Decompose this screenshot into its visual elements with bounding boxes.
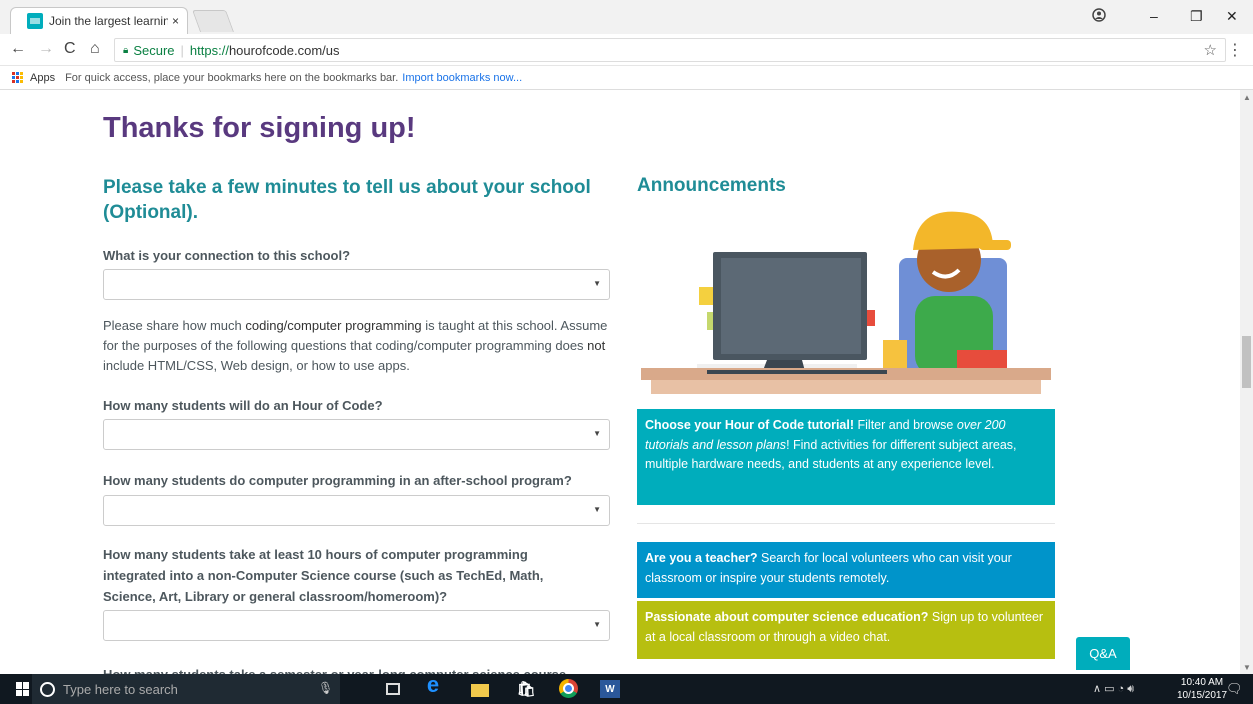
address-bar[interactable]: 🔒︎ Secure | https:// hourofcode.com/us ☆ (114, 38, 1226, 62)
chevron-down-icon: ▼ (593, 505, 601, 514)
apps-link[interactable]: Apps (30, 72, 55, 84)
after-school-select[interactable]: ▼ (103, 495, 610, 526)
question-connection-label: What is your connection to this school? (103, 248, 351, 263)
apps-grid-icon[interactable] (12, 71, 24, 84)
secure-label: Secure (133, 42, 175, 58)
back-button[interactable]: ← (10, 40, 26, 58)
teacher-card-title: Are you a teacher? (645, 551, 758, 565)
survey-heading: Please take a few minutes to tell us abo… (103, 177, 591, 223)
scroll-down-icon[interactable]: ▼ (1243, 663, 1251, 672)
teacher-announcement-card[interactable]: Are you a teacher? Search for local volu… (637, 542, 1055, 598)
question-semester-label: How many students take a semester or yea… (103, 664, 603, 674)
page-content: Thanks for signing up! Please take a few… (0, 90, 1240, 674)
profile-icon[interactable] (1092, 8, 1106, 25)
restore-button[interactable]: ❐ (1190, 8, 1203, 25)
integrated-select[interactable]: ▼ (103, 610, 610, 641)
tab-close-icon[interactable]: × (172, 14, 179, 28)
tutorial-card-text-1: Filter and browse (854, 418, 957, 432)
word-icon[interactable]: W (600, 680, 620, 698)
question-integrated-label: How many students take at least 10 hours… (103, 547, 544, 604)
vertical-scrollbar[interactable]: ▲ ▼ (1240, 90, 1253, 674)
system-tray-icons[interactable]: ∧ ▭ ◔ 🔊︎ (1093, 682, 1134, 696)
windows-start-icon[interactable] (16, 682, 30, 696)
page-title: Thanks for signing up! (103, 112, 416, 144)
close-window-button[interactable]: ✕ (1226, 8, 1238, 25)
hourofcode-favicon-icon (27, 13, 43, 29)
clock-time: 10:40 AM (1180, 677, 1224, 688)
reload-button[interactable]: C (64, 40, 76, 58)
connection-select[interactable]: ▼ (103, 269, 610, 300)
taskbar-search-placeholder: Type here to search (63, 681, 178, 697)
scroll-up-icon[interactable]: ▲ (1243, 93, 1251, 102)
bookmark-star-icon[interactable]: ☆ (1204, 41, 1217, 59)
forward-button[interactable]: → (38, 40, 54, 58)
tutorial-card-title: Choose your Hour of Code tutorial! (645, 418, 855, 432)
bookmarks-bar: Apps For quick access, place your bookma… (0, 66, 1253, 90)
qa-button[interactable]: Q&A (1076, 637, 1130, 670)
windows-taskbar: Type here to search 🎙︎ e 🛍︎ W ∧ ▭ ◔ 🔊︎ 1… (0, 672, 1253, 704)
para-text-2: coding/computer programming (245, 318, 422, 333)
bookmarks-hint: For quick access, place your bookmarks h… (65, 71, 399, 84)
question-after-school-label: How many students do computer programmin… (103, 473, 572, 488)
chrome-icon[interactable] (559, 679, 578, 698)
lock-icon: 🔒︎ (123, 44, 129, 56)
question-hour-of-code-label: How many students will do an Hour of Cod… (103, 398, 383, 413)
para-text-5: include HTML/CSS, Web design, or how to … (103, 358, 410, 373)
url-scheme: https:// (189, 42, 229, 58)
student-at-computer-illustration (637, 200, 1055, 410)
para-text-4: not (587, 338, 606, 353)
chevron-down-icon: ▼ (593, 429, 601, 438)
address-separator: | (180, 42, 184, 58)
clock-date: 10/15/2017 (1177, 690, 1228, 701)
tab-strip: Join the largest learning × – ❐ ✕ (0, 0, 1253, 34)
store-icon[interactable]: 🛍︎ (516, 680, 535, 698)
chevron-down-icon: ▼ (593, 279, 601, 288)
minimize-button[interactable]: – (1150, 8, 1158, 24)
import-bookmarks-link[interactable]: Import bookmarks now... (402, 72, 522, 84)
tab-title: Join the largest learning (49, 14, 168, 28)
new-tab-button[interactable] (191, 10, 235, 32)
cortana-icon (40, 681, 55, 697)
tutorial-announcement-card[interactable]: Choose your Hour of Code tutorial! Filte… (637, 409, 1055, 505)
file-explorer-icon[interactable] (471, 684, 489, 697)
announcements-heading: Announcements (637, 175, 786, 196)
chevron-down-icon: ▼ (593, 620, 601, 629)
url-path: hourofcode.com/us (228, 42, 340, 58)
taskbar-search[interactable]: Type here to search (32, 674, 340, 704)
browser-tab[interactable]: Join the largest learning × (10, 7, 188, 34)
browser-toolbar: ← → C ⌂ 🔒︎ Secure | https:// hourofcode.… (0, 34, 1253, 66)
para-text-1: Please share how much (103, 318, 246, 333)
home-button[interactable]: ⌂ (90, 40, 100, 58)
browser-menu-icon[interactable]: ⋮ (1227, 40, 1243, 60)
edge-browser-icon[interactable]: e (424, 672, 442, 697)
instructions-paragraph: Please share how much coding/computer pr… (103, 316, 623, 376)
task-view-icon[interactable] (386, 683, 400, 695)
taskbar-clock[interactable]: 10:40 AM 10/15/2017 (1177, 676, 1227, 702)
section-divider (637, 523, 1055, 524)
hour-of-code-select[interactable]: ▼ (103, 419, 610, 450)
volunteer-card-title: Passionate about computer science educat… (645, 610, 929, 624)
volunteer-announcement-card[interactable]: Passionate about computer science educat… (637, 601, 1055, 659)
microphone-icon[interactable]: 🎙︎ (318, 681, 333, 695)
scrollbar-thumb[interactable] (1242, 336, 1251, 388)
notifications-icon[interactable]: 🗨︎ (1226, 681, 1243, 697)
browser-window: Join the largest learning × – ❐ ✕ ← → C … (0, 0, 1253, 704)
